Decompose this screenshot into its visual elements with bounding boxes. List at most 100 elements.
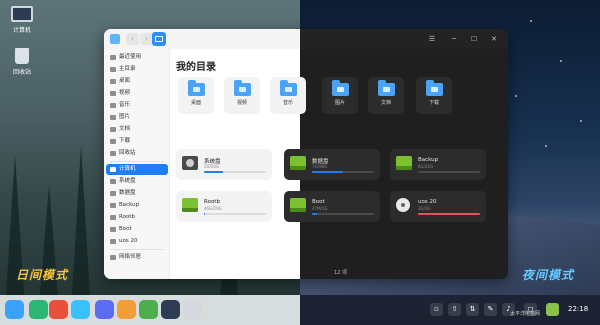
disk-uos[interactable]: uos 20 3G/3G: [390, 191, 486, 222]
disk-size: 5G/20G: [204, 164, 220, 169]
drive-icon: [290, 198, 306, 212]
music-icon: [110, 103, 116, 108]
star: [530, 20, 532, 22]
tray-network-icon[interactable]: ⇅: [466, 303, 479, 316]
tray-trash-icon[interactable]: [546, 303, 559, 316]
disk-usage-fill: [204, 171, 223, 173]
sidebar-item-recent[interactable]: 最近使用: [106, 52, 168, 63]
sidebar-divider: [110, 161, 164, 162]
sidebar-item-boot[interactable]: Boot: [106, 224, 168, 235]
file-manager-window: ‹ › ☰ ─ ☐ ✕ 最近使用 主目录 桌面 视频 音乐 图片 文档 下载 回…: [104, 29, 508, 279]
launcher-icon[interactable]: [5, 300, 24, 319]
tray-item-icon[interactable]: ▫: [430, 303, 443, 316]
drive-icon: [182, 198, 198, 212]
sidebar-item-desktop[interactable]: 桌面: [106, 76, 168, 87]
sidebar-item-label: 音乐: [119, 102, 131, 108]
sidebar-item-label: 计算机: [119, 166, 136, 172]
disk-icon: [110, 203, 116, 208]
home-icon: [110, 67, 116, 72]
tray-upload-icon[interactable]: ⇧: [448, 303, 461, 316]
star: [545, 145, 547, 147]
minimize-button[interactable]: ─: [448, 33, 460, 45]
day-mode-label: 日间模式: [16, 268, 69, 282]
disk-data[interactable]: 数据盘 7G/98G: [284, 149, 380, 180]
directory-music[interactable]: 音乐: [270, 77, 306, 114]
disk-boot[interactable]: Boot 47M/1G: [284, 191, 380, 222]
sidebar-item-videos[interactable]: 视频: [106, 88, 168, 99]
sidebar-item-rootb[interactable]: Rootb: [106, 212, 168, 223]
sidebar-item-system-disk[interactable]: 系统盘: [106, 176, 168, 187]
disk-name: Boot: [312, 199, 325, 205]
music-player-icon[interactable]: [117, 300, 136, 319]
directory-desktop[interactable]: 桌面: [178, 77, 214, 114]
computer-breadcrumb-button[interactable]: [152, 32, 166, 46]
sidebar-item-backup[interactable]: Backup: [106, 200, 168, 211]
maximize-button[interactable]: ☐: [468, 33, 480, 45]
disk-usage-fill: [418, 213, 480, 215]
desktop-icon-label: 计算机: [12, 27, 31, 34]
sidebar-item-label: 图片: [119, 114, 131, 120]
sidebar-item-documents[interactable]: 文档: [106, 124, 168, 135]
disk-rootb[interactable]: Rootb 46G/20G: [176, 191, 272, 222]
sidebar-item-trash[interactable]: 回收站: [106, 148, 168, 159]
picture-icon: [110, 115, 116, 120]
directory-pictures[interactable]: 图片: [322, 77, 358, 114]
folder-icon: [233, 80, 251, 96]
back-button[interactable]: ‹: [126, 33, 139, 45]
trash-icon: [15, 48, 29, 64]
browser-icon[interactable]: [95, 300, 114, 319]
monitor-icon[interactable]: [161, 300, 180, 319]
multitask-view-icon[interactable]: [29, 300, 48, 319]
sidebar-item-label: 文档: [119, 126, 131, 132]
sidebar-item-uos[interactable]: uos 20: [106, 236, 168, 247]
settings-icon[interactable]: [183, 300, 202, 319]
desktop-icon: [110, 79, 116, 84]
star: [515, 95, 517, 97]
clock[interactable]: 22:18: [568, 305, 588, 313]
hard-disk-icon: [182, 156, 198, 170]
editor-icon[interactable]: [139, 300, 158, 319]
directory-documents[interactable]: 文档: [368, 77, 404, 114]
tray-pen-icon[interactable]: ✎: [484, 303, 497, 316]
desktop-trash-shortcut[interactable]: 回收站: [2, 48, 42, 76]
disk-usage-bar: [418, 171, 480, 173]
disk-size: 46G/20G: [204, 206, 222, 211]
disk-usage-bar: [204, 171, 266, 173]
disk-icon: [110, 179, 116, 184]
watermark: 太平洋电脑网: [510, 311, 541, 317]
desktop-computer-shortcut[interactable]: 计算机: [2, 6, 42, 34]
sidebar-item-computer[interactable]: 计算机: [106, 164, 168, 175]
file-manager-dock-icon[interactable]: [71, 300, 90, 319]
directory-videos[interactable]: 视频: [224, 77, 260, 114]
trash-icon: [110, 151, 116, 156]
sidebar-item-label: Backup: [119, 202, 140, 208]
disk-system[interactable]: 系统盘 5G/20G: [176, 149, 272, 180]
app-store-icon[interactable]: [49, 300, 68, 319]
disk-usage-bar: [418, 213, 480, 215]
sidebar-item-downloads[interactable]: 下载: [106, 136, 168, 147]
close-button[interactable]: ✕: [488, 33, 500, 45]
sidebar-item-home[interactable]: 主目录: [106, 64, 168, 75]
sidebar-item-network[interactable]: 网络邻居: [106, 252, 168, 263]
folder-icon: [279, 80, 297, 96]
sidebar-item-label: 数据盘: [119, 190, 136, 196]
disk-usage-fill: [312, 171, 343, 173]
disk-size: 7G/98G: [312, 164, 328, 169]
status-bar-item-count: 12 项: [334, 270, 347, 276]
disk-backup[interactable]: Backup 6G/20G: [390, 149, 486, 180]
disk-usage-bar: [204, 213, 266, 215]
sidebar-item-data-disk[interactable]: 数据盘: [106, 188, 168, 199]
disk-size: 3G/3G: [418, 206, 431, 211]
computer-icon: [155, 36, 163, 42]
sidebar-item-pictures[interactable]: 图片: [106, 112, 168, 123]
folder-icon: [331, 80, 349, 96]
directory-downloads[interactable]: 下载: [416, 77, 452, 114]
drive-icon: [396, 156, 412, 170]
optical-disc-icon: [396, 198, 410, 212]
sidebar-item-music[interactable]: 音乐: [106, 100, 168, 111]
sidebar-item-label: 桌面: [119, 78, 131, 84]
menu-button[interactable]: ☰: [426, 33, 438, 45]
disk-usage-fill: [312, 213, 317, 215]
disk-usage-bar: [312, 171, 374, 173]
sidebar-item-label: 视频: [119, 90, 131, 96]
